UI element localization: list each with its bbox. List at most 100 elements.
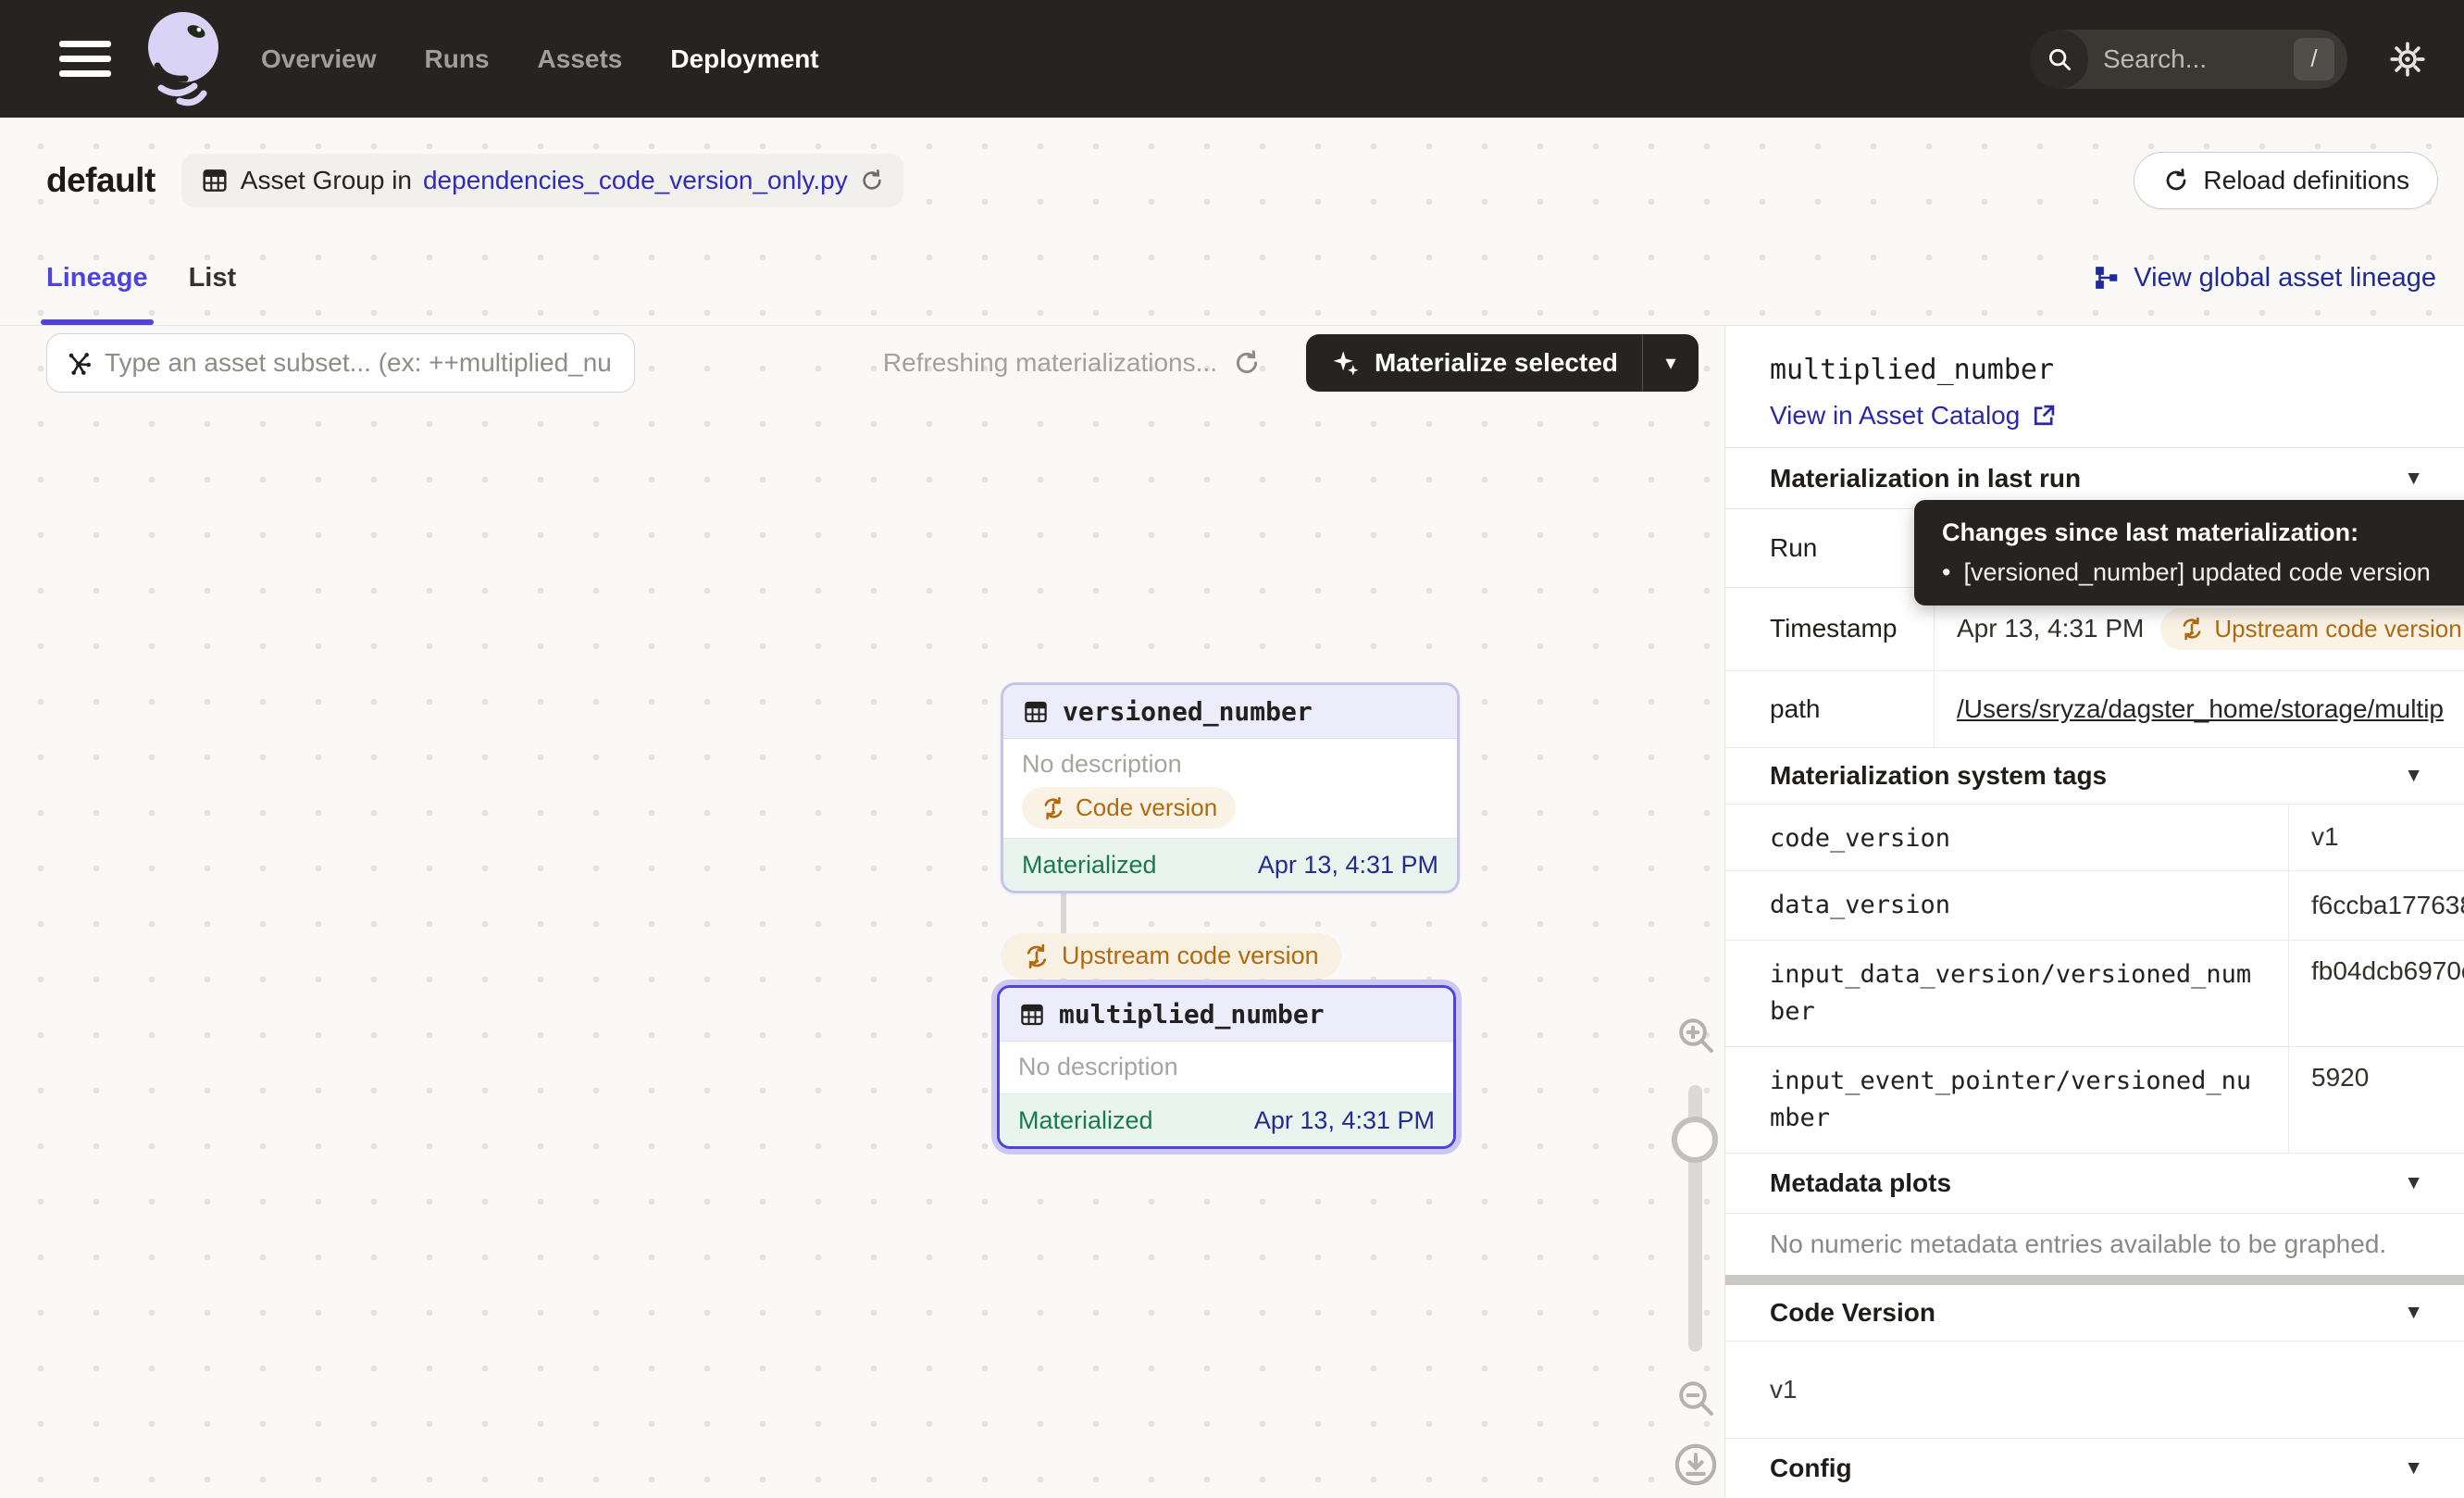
section-code-version[interactable]: Code Version ▼ xyxy=(1725,1285,2464,1340)
tooltip-title: Changes since last materialization: xyxy=(1942,518,2464,547)
tag-key: data_version xyxy=(1725,871,2288,940)
asset-group-label: Asset Group in xyxy=(241,166,412,195)
view-global-asset-lineage-label: View global asset lineage xyxy=(2134,263,2436,293)
chevron-down-icon[interactable]: ▼ xyxy=(2404,468,2423,490)
asset-subset-icon xyxy=(64,348,93,378)
zoom-out-icon[interactable] xyxy=(1674,1376,1718,1420)
code-version-tag[interactable]: Code version xyxy=(1022,787,1236,829)
tag-row-input-data-version: input_data_version/versioned_number fb04… xyxy=(1725,940,2464,1046)
chevron-down-icon[interactable]: ▼ xyxy=(2404,1172,2423,1194)
materialized-timestamp[interactable]: Apr 13, 4:31 PM xyxy=(1254,1106,1435,1135)
materialized-status: Materialized xyxy=(1018,1106,1153,1135)
section-config[interactable]: Config ▼ xyxy=(1725,1438,2464,1498)
menu-icon[interactable] xyxy=(59,41,111,77)
code-file-link[interactable]: dependencies_code_version_only.py xyxy=(423,166,848,195)
view-global-asset-lineage-link[interactable]: View global asset lineage xyxy=(2093,231,2436,325)
chip-reload-icon[interactable] xyxy=(859,168,885,193)
search-icon xyxy=(2031,30,2088,89)
zoom-in-icon[interactable] xyxy=(1674,1013,1718,1057)
tag-value: v1 xyxy=(2288,805,2464,870)
zoom-slider-handle[interactable] xyxy=(1672,1117,1718,1163)
refresh-status: Refreshing materializations... xyxy=(883,348,1262,378)
asset-group-icon xyxy=(200,166,230,195)
view-in-asset-catalog-link[interactable]: View in Asset Catalog xyxy=(1770,401,2420,431)
asset-node-multiplied-number[interactable]: multiplied_number No description Materia… xyxy=(997,985,1456,1149)
chevron-down-icon[interactable]: ▼ xyxy=(2404,1457,2423,1479)
tag-value: fb04dcb6970c xyxy=(2288,941,2464,1046)
changes-since-last-materialization-tooltip: Changes since last materialization: [ver… xyxy=(1914,500,2464,605)
refresh-icon[interactable] xyxy=(1232,348,1262,378)
section-materialization-system-tags[interactable]: Materialization system tags ▼ xyxy=(1725,747,2464,804)
code-version-changed-icon xyxy=(2179,616,2205,642)
materialized-timestamp[interactable]: Apr 13, 4:31 PM xyxy=(1258,851,1438,880)
nav-deployment[interactable]: Deployment xyxy=(670,44,818,74)
tab-bar: Lineage List View global asset lineage xyxy=(0,231,2464,326)
chevron-down-icon[interactable]: ▼ xyxy=(2404,1302,2423,1324)
search-shortcut-badge: / xyxy=(2294,38,2334,81)
section-title: Materialization in last run xyxy=(1770,464,2081,493)
tag-value: 5920 xyxy=(2288,1047,2464,1153)
page-title: default xyxy=(46,161,156,200)
upstream-code-version-tag[interactable]: Upstream code version xyxy=(1001,933,1341,979)
asset-table-icon xyxy=(1022,698,1050,726)
download-graph-icon[interactable] xyxy=(1672,1441,1720,1489)
asset-graph-canvas[interactable]: Refreshing materializations... xyxy=(0,326,1724,1498)
dagster-app: Overview Runs Assets Deployment / xyxy=(0,0,2464,1498)
asset-subset-filter[interactable] xyxy=(46,333,635,393)
section-title: Code Version xyxy=(1770,1298,1935,1328)
tag-row-data-version: data_version f6ccba177638 xyxy=(1725,870,2464,940)
code-version-changed-icon xyxy=(1040,795,1066,821)
asset-node-description: No description xyxy=(1022,746,1438,781)
search-input[interactable] xyxy=(2088,44,2294,74)
asset-node-name: versioned_number xyxy=(1063,696,1313,727)
tag-key: code_version xyxy=(1725,805,2288,870)
asset-node-description: No description xyxy=(1018,1049,1435,1084)
tag-row-code-version: code_version v1 xyxy=(1725,804,2464,870)
upstream-code-version-label: Upstream code version xyxy=(2214,615,2461,643)
top-nav: Overview Runs Assets Deployment / xyxy=(0,0,2464,118)
chevron-down-icon[interactable]: ▼ xyxy=(2404,765,2423,787)
dagster-logo-icon[interactable] xyxy=(135,8,228,110)
tag-key: input_event_pointer/versioned_number xyxy=(1725,1047,2288,1153)
gear-icon[interactable] xyxy=(2388,40,2427,79)
timestamp-value[interactable]: Apr 13, 4:31 PM xyxy=(1957,614,2144,643)
tab-lineage[interactable]: Lineage xyxy=(46,231,148,325)
metadata-plots-empty-text: No numeric metadata entries available to… xyxy=(1725,1213,2464,1275)
tooltip-item: [versioned_number] updated code version xyxy=(1942,558,2464,587)
materialized-status: Materialized xyxy=(1022,851,1157,880)
asset-node-name: multiplied_number xyxy=(1059,999,1325,1030)
section-metadata-plots[interactable]: Metadata plots ▼ xyxy=(1725,1153,2464,1213)
storage-path-link[interactable]: /Users/sryza/dagster_home/storage/multip xyxy=(1957,694,2444,724)
reload-definitions-button[interactable]: Reload definitions xyxy=(2134,152,2438,209)
section-title: Metadata plots xyxy=(1770,1168,1951,1198)
row-label: path xyxy=(1725,671,1934,746)
search-box[interactable]: / xyxy=(2031,30,2347,89)
global-lineage-icon xyxy=(2093,264,2121,292)
asset-table-icon xyxy=(1018,1001,1046,1029)
tag-row-input-event-pointer: input_event_pointer/versioned_number 592… xyxy=(1725,1046,2464,1153)
upstream-code-version-tag[interactable]: Upstream code version xyxy=(2160,608,2464,650)
asset-subset-input[interactable] xyxy=(105,348,617,378)
table-row-path: path /Users/sryza/dagster_home/storage/m… xyxy=(1725,670,2464,746)
code-version-tag-label: Code version xyxy=(1076,793,1217,822)
upstream-code-version-label: Upstream code version xyxy=(1062,942,1319,970)
tag-value: f6ccba177638 xyxy=(2288,871,2464,940)
nav-overview[interactable]: Overview xyxy=(261,44,377,74)
section-title: Materialization system tags xyxy=(1770,761,2107,791)
materialize-dropdown-button[interactable]: ▾ xyxy=(1643,351,1699,375)
asset-group-chip[interactable]: Asset Group in dependencies_code_version… xyxy=(181,154,903,207)
materialize-button-group: Materialize selected ▾ xyxy=(1306,334,1699,392)
page-header: default Asset Group in dependencies_code… xyxy=(0,118,2464,231)
nav-assets[interactable]: Assets xyxy=(538,44,623,74)
materialize-selected-button[interactable]: Materialize selected xyxy=(1306,347,1642,379)
view-in-asset-catalog-label: View in Asset Catalog xyxy=(1770,401,2020,431)
refreshing-label: Refreshing materializations... xyxy=(883,348,1217,378)
materialize-selected-label: Materialize selected xyxy=(1375,348,1618,378)
row-label: Run xyxy=(1725,509,1934,586)
tab-list[interactable]: List xyxy=(189,231,237,325)
code-version-value: v1 xyxy=(1725,1341,2464,1438)
code-version-changed-icon xyxy=(1023,942,1051,970)
reload-definitions-label: Reload definitions xyxy=(2203,166,2409,195)
nav-runs[interactable]: Runs xyxy=(425,44,490,74)
asset-node-versioned-number[interactable]: versioned_number No description Code ver… xyxy=(1001,682,1460,893)
